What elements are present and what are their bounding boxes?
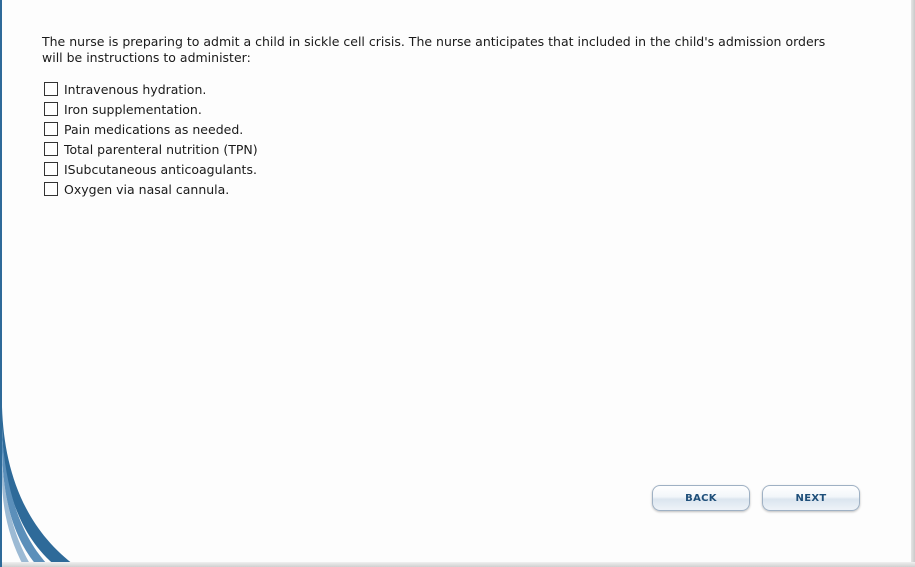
option-subcutaneous-anticoagulants[interactable]: ISubcutaneous anticoagulants.: [44, 159, 258, 179]
option-label: Iron supplementation.: [64, 101, 202, 117]
checkbox[interactable]: [44, 182, 58, 196]
option-label: Oxygen via nasal cannula.: [64, 181, 230, 197]
checkbox[interactable]: [44, 162, 58, 176]
question-text: The nurse is preparing to admit a child …: [42, 34, 826, 65]
next-button[interactable]: NEXT: [762, 485, 860, 511]
checkbox[interactable]: [44, 122, 58, 136]
option-label: ISubcutaneous anticoagulants.: [64, 161, 257, 177]
decorative-swoosh: [2, 407, 77, 567]
frame-right-edge: [911, 0, 915, 567]
option-pain-medications[interactable]: Pain medications as needed.: [44, 119, 258, 139]
option-total-parenteral-nutrition[interactable]: Total parenteral nutrition (TPN): [44, 139, 258, 159]
back-button[interactable]: BACK: [652, 485, 750, 511]
option-iron-supplementation[interactable]: Iron supplementation.: [44, 99, 258, 119]
checkbox[interactable]: [44, 102, 58, 116]
checkbox[interactable]: [44, 82, 58, 96]
frame-bottom-edge: [2, 562, 915, 567]
answer-options: Intravenous hydration. Iron supplementat…: [44, 79, 258, 199]
checkbox[interactable]: [44, 142, 58, 156]
option-label: Pain medications as needed.: [64, 121, 244, 137]
quiz-panel: The nurse is preparing to admit a child …: [0, 0, 915, 567]
option-intravenous-hydration[interactable]: Intravenous hydration.: [44, 79, 258, 99]
option-oxygen-nasal-cannula[interactable]: Oxygen via nasal cannula.: [44, 179, 258, 199]
option-label: Total parenteral nutrition (TPN): [64, 141, 258, 157]
option-label: Intravenous hydration.: [64, 81, 207, 97]
